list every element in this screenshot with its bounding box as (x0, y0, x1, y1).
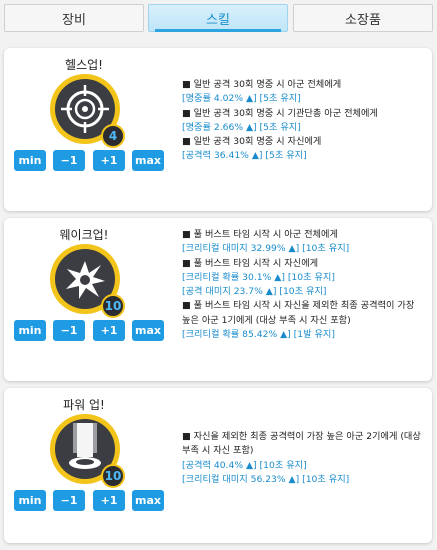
skill-name: 웨이크업! (59, 228, 109, 242)
effect-line: 풀 버스트 타임 시작 시 아군 전체에게 (182, 228, 424, 242)
skill-description: 풀 버스트 타임 시작 시 아군 전체에게 [크리티컬 대미지 32.99% ▲… (182, 228, 424, 342)
tab-skill[interactable]: 스킬 (148, 4, 288, 32)
tab-equipment[interactable]: 장비 (4, 4, 144, 32)
decrement-button[interactable]: −1 (53, 150, 85, 171)
decrement-button[interactable]: −1 (53, 320, 85, 341)
decrement-button[interactable]: −1 (53, 490, 85, 511)
effect-line: 일반 공격 30회 명중 시 자신에게 (182, 135, 424, 149)
max-button[interactable]: max (132, 150, 164, 171)
stat-line: [공격 대미지 23.7% ▲] [10초 유지] (182, 286, 327, 297)
skill-description: 자신을 제외한 최종 공격력이 가장 높은 아군 2기에게 (대상 부족 시 자… (182, 430, 424, 487)
skill-name: 헬스업! (65, 58, 103, 72)
stat-line: [크리티컬 대미지 32.99% ▲] [10초 유지] (182, 243, 350, 255)
skill-description: 일반 공격 30회 명중 시 아군 전체에게 [명중률 4.02% ▲] [5초… (182, 78, 424, 164)
stat-line: [명중률 4.02% ▲] [5초 유지] (182, 93, 301, 105)
skill-card-1: 헬스업! 4 min −1 +1 max 일반 공격 30회 명중 시 아군 전… (4, 48, 432, 211)
tab-collection[interactable]: 소장품 (293, 4, 433, 32)
skill-icon-frame: 10 (50, 414, 125, 488)
skill-card-2: 웨이크업! 10 min −1 +1 max 풀 버스트 타임 시작 시 아군 … (4, 218, 432, 381)
max-button[interactable]: max (132, 320, 164, 341)
effect-line: 풀 버스트 타임 시작 시 자신에게 (182, 257, 424, 271)
increment-button[interactable]: +1 (93, 490, 125, 511)
increment-button[interactable]: +1 (93, 320, 125, 341)
stat-line: [크리티컬 확률 30.1% ▲] [10초 유지] (182, 271, 335, 283)
min-button[interactable]: min (14, 150, 46, 171)
skill-level-badge: 10 (101, 464, 125, 488)
skill-name: 파워 업! (63, 398, 105, 412)
min-button[interactable]: min (14, 490, 46, 511)
min-button[interactable]: min (14, 320, 46, 341)
stat-line: [공격력 40.4% ▲] [10초 유지] (182, 459, 307, 471)
skill-level-badge: 4 (101, 124, 125, 148)
effect-line: 일반 공격 30회 명중 시 기관단총 아군 전체에게 (182, 107, 424, 121)
increment-button[interactable]: +1 (93, 150, 125, 171)
tab-bar: 장비 스킬 소장품 (0, 0, 437, 38)
max-button[interactable]: max (132, 490, 164, 511)
skill-card-3: 파워 업! 10 min −1 +1 max 자신을 제외한 최종 공격력이 가… (4, 388, 432, 543)
effect-line: 일반 공격 30회 명중 시 아군 전체에게 (182, 78, 424, 92)
stat-line: [공격력 36.41% ▲] [5초 유지] (182, 150, 307, 162)
skill-level-badge: 10 (101, 294, 125, 318)
stat-line: [크리티컬 대미지 56.23% ▲] [10초 유지] (182, 473, 350, 485)
skill-icon-frame: 4 (50, 74, 125, 148)
effect-line: 자신을 제외한 최종 공격력이 가장 높은 아군 2기에게 (대상 부족 시 자… (182, 430, 424, 459)
stat-line: [크리티컬 확률 85.42% ▲] [1발 유지] (182, 328, 335, 340)
stat-line: [명중률 2.66% ▲] [5초 유지] (182, 121, 301, 133)
skill-icon-frame: 10 (50, 244, 125, 318)
effect-line: 풀 버스트 타임 시작 시 자신을 제외한 최종 공격력이 가장 높은 아군 1… (182, 299, 424, 328)
